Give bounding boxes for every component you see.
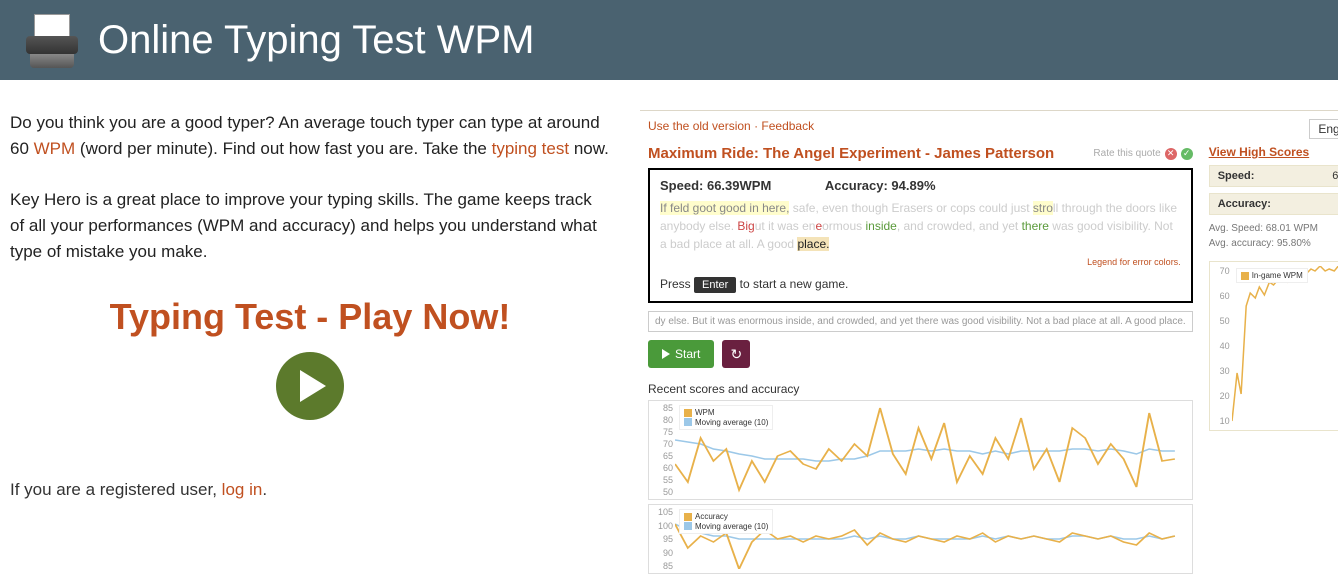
login-text: . xyxy=(262,480,267,499)
refresh-button[interactable]: ↻ xyxy=(722,340,750,368)
page-title: Online Typing Test WPM xyxy=(98,18,534,63)
legend-link[interactable]: Legend for error colors. xyxy=(1087,257,1181,267)
rate-label: Rate this quote xyxy=(1093,148,1160,159)
quote-box: Speed: 66.39WPM Accuracy: 94.89% If feld… xyxy=(648,168,1193,303)
language-value: English xyxy=(1318,122,1338,136)
enter-key-icon: Enter xyxy=(694,277,736,293)
wpm-abbr: WPM xyxy=(34,139,76,158)
play-icon xyxy=(300,370,326,402)
start-button[interactable]: Start xyxy=(648,340,714,368)
accuracy-label: Accuracy: xyxy=(825,178,888,193)
ingame-wpm-chart: 70605040302010 In-game WPM xyxy=(1209,261,1338,431)
login-prompt: If you are a registered user, log in. xyxy=(10,480,610,500)
sidebar-accuracy: Accuracy: 94.89% xyxy=(1209,193,1338,215)
view-high-scores-link[interactable]: View High Scores xyxy=(1209,145,1309,159)
avg-accuracy: Avg. accuracy: 95.80% xyxy=(1209,236,1338,251)
start-label: Start xyxy=(675,347,700,361)
press-text: Press xyxy=(660,277,694,291)
thumb-up-icon[interactable]: ✓ xyxy=(1181,148,1193,160)
wpm-chart: 8580757065605550 WPM Moving average (10) xyxy=(648,400,1193,500)
legend-mavg: Moving average (10) xyxy=(695,522,768,531)
speed-label: Speed: xyxy=(660,178,703,193)
quote-title: Maximum Ride: The Angel Experiment - Jam… xyxy=(648,145,1054,162)
page-header: Online Typing Test WPM xyxy=(0,0,1338,80)
cta-title: Typing Test - Play Now! xyxy=(10,296,610,338)
feedback-link[interactable]: Feedback xyxy=(761,119,814,133)
press-text: to start a new game. xyxy=(736,277,848,291)
accuracy-value: 94.89% xyxy=(891,178,935,193)
typing-input[interactable]: dy else. But it was enormous inside, and… xyxy=(648,311,1193,332)
typewriter-icon xyxy=(24,12,80,68)
sidebar-speed: Speed: 66.39 WPM xyxy=(1209,165,1338,187)
login-link[interactable]: log in xyxy=(222,480,263,499)
legend-wpm: WPM xyxy=(695,408,715,417)
quote-text: If feld goot good in here, safe, even th… xyxy=(660,199,1181,253)
thumb-down-icon[interactable]: ✕ xyxy=(1165,148,1177,160)
intro-paragraph-1: Do you think you are a good typer? An av… xyxy=(10,110,610,163)
old-version-link[interactable]: Use the old version xyxy=(648,119,751,133)
recent-chart-title: Recent scores and accuracy xyxy=(648,382,1193,396)
speed-value: 66.39WPM xyxy=(707,178,771,193)
language-select[interactable]: English xyxy=(1309,119,1338,139)
avg-speed: Avg. Speed: 68.01 WPM xyxy=(1209,221,1338,236)
intro-text: (word per minute). Find out how fast you… xyxy=(75,139,491,158)
typing-test-link[interactable]: typing test xyxy=(492,139,570,158)
accuracy-chart: 105100959085 Accuracy Moving average (10… xyxy=(648,504,1193,574)
play-icon xyxy=(662,349,670,359)
play-button[interactable] xyxy=(276,352,344,420)
intro-text: now. xyxy=(569,139,609,158)
legend-mavg: Moving average (10) xyxy=(695,418,768,427)
app-preview: Use the old version · Feedback English M… xyxy=(640,110,1338,574)
intro-paragraph-2: Key Hero is a great place to improve you… xyxy=(10,187,610,266)
legend-acc: Accuracy xyxy=(695,512,728,521)
legend-ingame: In-game WPM xyxy=(1252,271,1303,280)
separator: · xyxy=(751,119,762,133)
login-text: If you are a registered user, xyxy=(10,480,222,499)
